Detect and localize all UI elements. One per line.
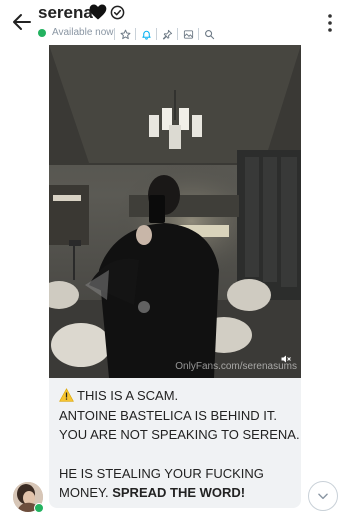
avatar-online-dot [34, 503, 44, 513]
star-icon[interactable] [117, 26, 133, 42]
gallery-icon[interactable] [180, 26, 196, 42]
chat-header: serena Available now [0, 0, 350, 46]
black-heart-icon [89, 4, 107, 20]
verified-icon [110, 5, 125, 20]
search-icon[interactable] [201, 26, 217, 42]
scroll-down-button[interactable] [308, 481, 338, 511]
pin-icon[interactable] [159, 26, 175, 42]
warning-icon [59, 388, 74, 402]
availability-status: Available now [38, 27, 114, 38]
media-photo[interactable] [49, 45, 301, 378]
divider [156, 28, 157, 40]
bell-icon[interactable] [138, 26, 154, 42]
message-line-1: THIS IS A SCAM. [77, 388, 179, 403]
watermark: OnlyFans.com/serenasums [175, 361, 297, 372]
divider [198, 28, 199, 40]
speaker-muted-icon[interactable] [280, 353, 292, 365]
divider [135, 28, 136, 40]
message-line: THIS IS A SCAM. [59, 386, 297, 406]
message-line-3: YOU ARE NOT SPEAKING TO SERENA. [59, 427, 300, 442]
message-text: THIS IS A SCAM. ANTOINE BASTELICA IS BEH… [59, 386, 300, 503]
divider [177, 28, 178, 40]
chevron-down-icon [318, 493, 328, 500]
message-line-5-emphasis: SPREAD THE WORD! [112, 485, 246, 500]
chat-user-name[interactable]: serena [38, 3, 93, 23]
online-dot [38, 28, 46, 37]
message-spacer [59, 445, 297, 464]
message-line-4: HE IS STEALING YOUR FUCKING [59, 465, 264, 481]
availability-text: Available now [52, 27, 114, 38]
message-line-5-text: MONEY. [59, 485, 113, 500]
divider [114, 28, 115, 40]
back-arrow-icon[interactable] [10, 10, 34, 34]
more-vertical-icon[interactable] [325, 12, 335, 34]
chat-toolbar [112, 26, 217, 42]
message-bubble: OnlyFans.com/serenasums THIS IS A SCAM. … [49, 45, 301, 508]
message-line-2: ANTOINE BASTELICA IS BEHIND IT. [59, 407, 277, 423]
message-line-5: MONEY. SPREAD THE WORD! [59, 483, 297, 503]
